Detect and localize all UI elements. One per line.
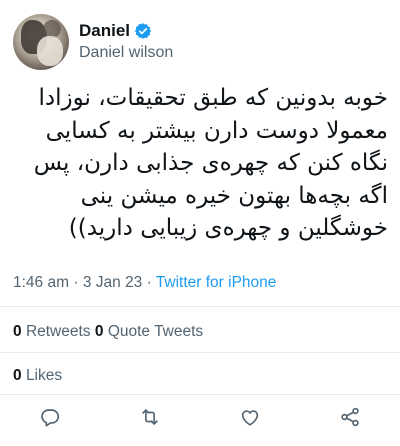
likes-label: Likes [25, 367, 63, 384]
retweets-label: Retweets [25, 323, 91, 340]
handle[interactable]: Daniel wilson [79, 44, 173, 62]
tweet-source-link[interactable]: Twitter for iPhone [156, 274, 277, 291]
tweet-meta: 1:46 am · 3 Jan 23 · Twitter for iPhone [13, 274, 276, 292]
meta-separator: · [73, 274, 79, 291]
likes-count: 0 [13, 367, 22, 384]
display-name-row: Daniel [79, 20, 173, 42]
like-button[interactable] [233, 400, 267, 434]
tweet-text-line: معمولا دوست دارن بیشتر به کسایی [45, 117, 388, 144]
tweet-time[interactable]: 1:46 am [13, 274, 69, 291]
meta-separator: · [146, 274, 152, 291]
share-button[interactable] [333, 400, 367, 434]
quotes-label: Quote Tweets [107, 323, 204, 340]
quotes-count: 0 [94, 323, 104, 340]
tweet-date[interactable]: 3 Jan 23 [83, 274, 142, 291]
retweets-count: 0 [13, 323, 22, 340]
tweet-actions-bar [0, 400, 400, 434]
tweet-text-line: نگاه کنن که چهره‌ی جذابی دارن، پس [33, 150, 388, 176]
display-name[interactable]: Daniel [79, 21, 130, 41]
divider [0, 352, 400, 353]
reply-button[interactable] [33, 400, 67, 434]
divider [0, 394, 400, 395]
tweet-header: Daniel Daniel wilson [13, 14, 387, 70]
retweet-icon [142, 409, 158, 425]
verified-badge-icon [134, 22, 152, 40]
engagement-stats: 0 Retweets 0 Quote Tweets [13, 323, 203, 341]
reply-icon [41, 409, 60, 427]
likes-stat[interactable]: 0 Likes [13, 367, 62, 385]
retweet-button[interactable] [133, 400, 167, 434]
like-icon [241, 410, 259, 426]
tweet-text-line: خوبه بدونین که طبق تحقیقات، نوزادا [38, 85, 388, 111]
tweet-text: خوبه بدونین که طبق تحقیقات، نوزادا معمول… [12, 82, 388, 245]
tweet-text-line: خوشگلین و چهره‌ی زیبایی دارید)) [68, 215, 388, 241]
tweet-text-line: اگه بچه‌ها بهتون خیره میشن ینی [80, 182, 388, 209]
quotes-stat[interactable]: 0 Quote Tweets [95, 323, 203, 340]
divider [0, 306, 400, 307]
author-names: Daniel Daniel wilson [79, 20, 173, 62]
share-icon [341, 407, 359, 427]
retweets-stat[interactable]: 0 Retweets [13, 323, 91, 340]
avatar[interactable] [13, 14, 69, 70]
